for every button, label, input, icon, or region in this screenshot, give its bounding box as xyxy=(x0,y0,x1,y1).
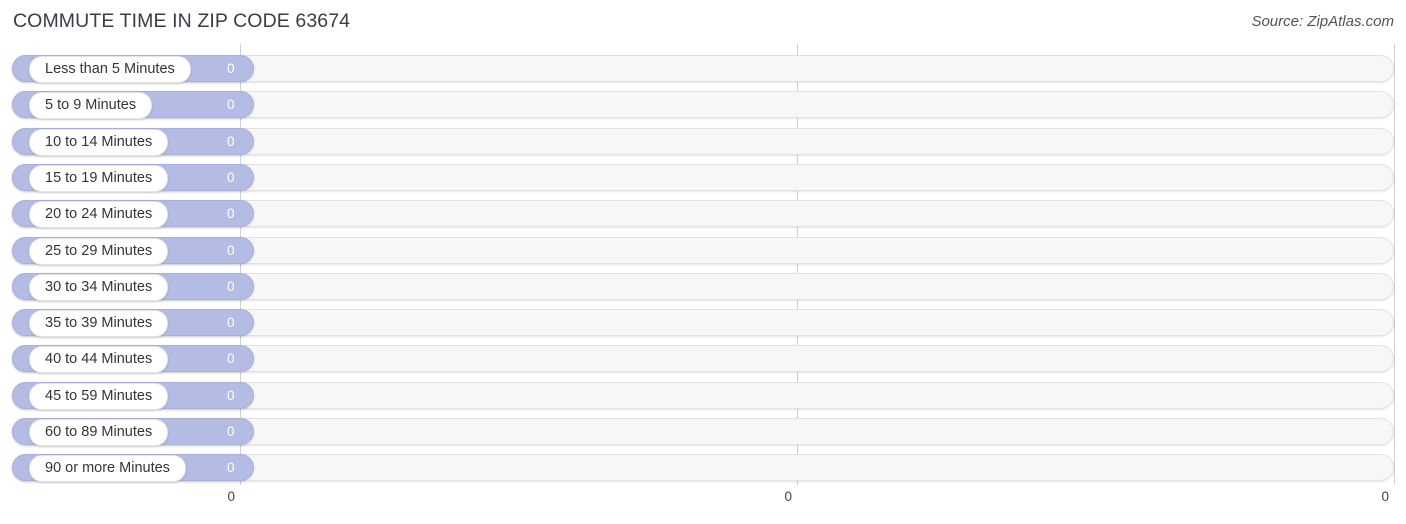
bar-value-label: 0 xyxy=(227,278,235,294)
x-axis-tick-label: 0 xyxy=(227,489,235,504)
bar-category-label: 30 to 34 Minutes xyxy=(29,273,169,301)
plot-area: Less than 5 Minutes 0 5 to 9 Minutes 0 10 to… xyxy=(0,44,1406,485)
bar-row[interactable]: 10 to 14 Minutes 0 xyxy=(12,127,1394,156)
x-axis: 0 0 0 xyxy=(0,485,1406,524)
bar-row[interactable]: 25 to 29 Minutes 0 xyxy=(12,236,1394,265)
bar-row[interactable]: 15 to 19 Minutes 0 xyxy=(12,163,1394,192)
bar-category-label: Less than 5 Minutes xyxy=(29,56,191,83)
bar-category-label: 35 to 39 Minutes xyxy=(29,310,169,338)
bar-value-label: 0 xyxy=(227,315,235,331)
bar-value-label: 0 xyxy=(227,206,235,222)
bar-row[interactable]: 5 to 9 Minutes 0 xyxy=(12,91,1394,120)
bar-value-label: 0 xyxy=(227,242,235,258)
bar-row[interactable]: 40 to 44 Minutes 0 xyxy=(12,345,1394,374)
bar-value-label: 0 xyxy=(227,133,235,149)
bar-value-label: 0 xyxy=(227,424,235,439)
bar-category-label: 90 or more Minutes xyxy=(29,455,186,483)
bar-value-label: 0 xyxy=(227,460,235,476)
chart-header: COMMUTE TIME IN ZIP CODE 63674 Source: Z… xyxy=(0,0,1406,44)
bar-value-label: 0 xyxy=(227,169,235,185)
bar-row[interactable]: 35 to 39 Minutes 0 xyxy=(12,309,1394,338)
bar-category-label: 10 to 14 Minutes xyxy=(29,128,169,156)
bar-category-label: 15 to 19 Minutes xyxy=(29,164,169,192)
bar-row[interactable]: 90 or more Minutes 0 xyxy=(12,454,1394,483)
bar-value-label: 0 xyxy=(227,351,235,367)
bar-row[interactable]: 60 to 89 Minutes 0 xyxy=(12,418,1394,446)
bar-row[interactable]: 30 to 34 Minutes 0 xyxy=(12,272,1394,301)
bar-value-label: 0 xyxy=(227,61,235,76)
x-axis-tick-label: 0 xyxy=(784,489,792,504)
bar-row[interactable]: 45 to 59 Minutes 0 xyxy=(12,381,1394,410)
bar-category-label: 60 to 89 Minutes xyxy=(29,419,169,446)
source-attribution: Source: ZipAtlas.com xyxy=(1251,13,1394,30)
bar-category-label: 20 to 24 Minutes xyxy=(29,201,169,229)
bar-category-label: 5 to 9 Minutes xyxy=(29,92,153,120)
bar-row[interactable]: Less than 5 Minutes 0 xyxy=(12,55,1394,83)
bar-category-label: 45 to 59 Minutes xyxy=(29,382,169,410)
bar-row[interactable]: 20 to 24 Minutes 0 xyxy=(12,200,1394,229)
bar-rows: Less than 5 Minutes 0 5 to 9 Minutes 0 10 to… xyxy=(0,44,1406,485)
bar-value-label: 0 xyxy=(227,97,235,113)
bar-value-label: 0 xyxy=(227,387,235,403)
bar-category-label: 25 to 29 Minutes xyxy=(29,237,169,265)
page-title: COMMUTE TIME IN ZIP CODE 63674 xyxy=(13,10,351,32)
x-axis-tick-label: 0 xyxy=(1381,489,1389,504)
bar-category-label: 40 to 44 Minutes xyxy=(29,346,169,374)
